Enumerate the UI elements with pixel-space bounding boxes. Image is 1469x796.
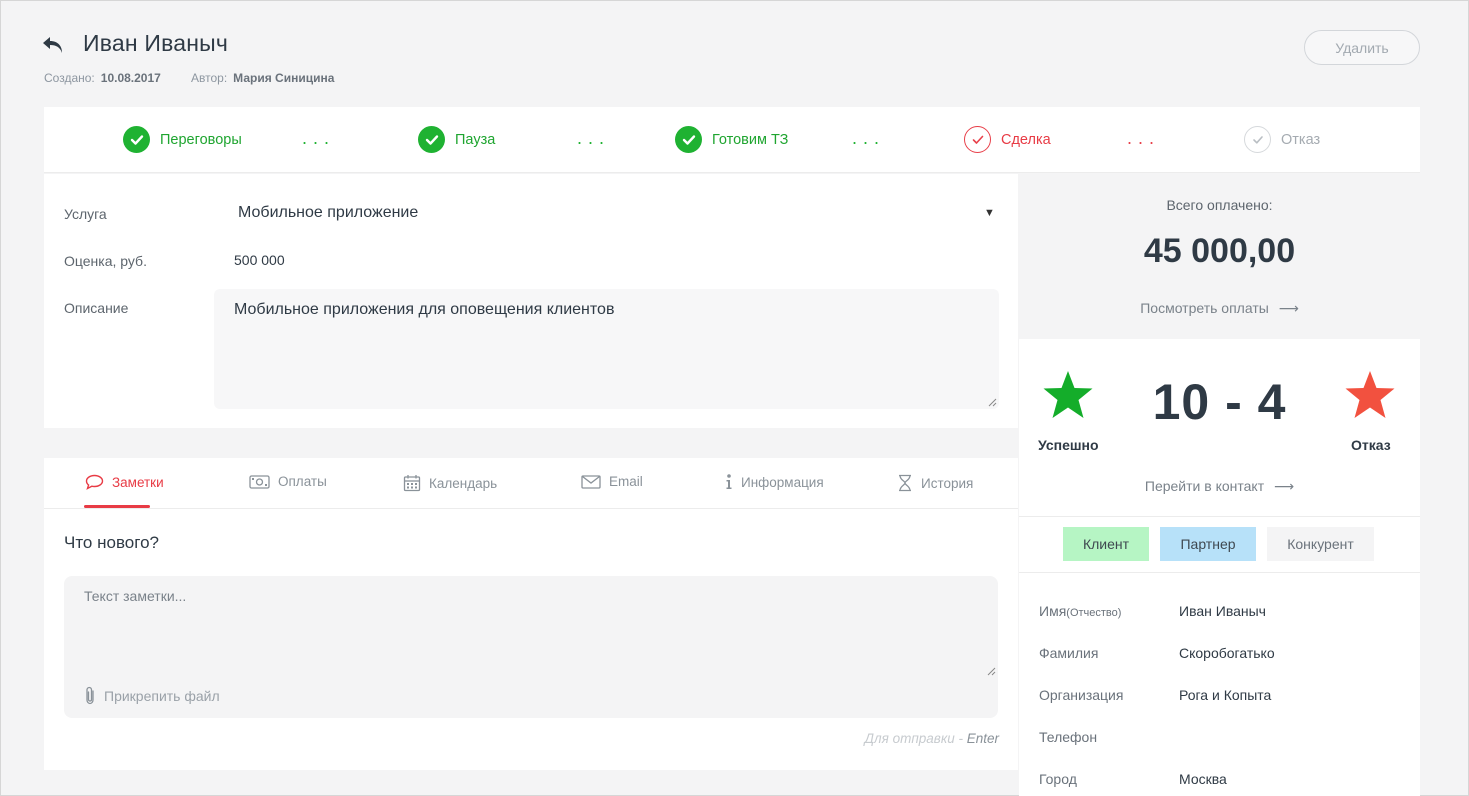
stage-spec[interactable]: Готовим ТЗ (675, 126, 788, 153)
stage-refusal[interactable]: Отказ (1244, 126, 1320, 153)
go-to-contact-link[interactable]: Перейти в контакт ⟶ (1019, 478, 1420, 495)
description-label: Описание (64, 300, 129, 316)
service-label: Услуга (64, 206, 107, 222)
page-title: Иван Иваныч (83, 30, 229, 56)
resize-grip-icon[interactable] (987, 397, 997, 407)
resize-grip-icon[interactable] (986, 666, 996, 676)
last-name-label: Фамилия (1039, 645, 1099, 661)
stage-pause[interactable]: Пауза (418, 126, 495, 153)
total-paid-label: Всего оплачено: (1166, 197, 1273, 213)
check-icon (123, 126, 150, 153)
active-tab-indicator (84, 505, 150, 508)
success-label: Успешно (1038, 437, 1099, 453)
chat-bubble-icon (85, 474, 104, 490)
description-textarea[interactable]: Мобильное приложения для оповещения клие… (214, 289, 999, 409)
stage-connector: ... (302, 128, 336, 148)
envelope-icon (581, 474, 601, 489)
city-value: Москва (1179, 771, 1227, 787)
first-name-value: Иван Иваныч (1179, 603, 1266, 619)
check-icon (418, 126, 445, 153)
contact-type-selector: Клиент Партнер Конкурент (1019, 517, 1420, 573)
back-arrow-icon[interactable] (41, 35, 65, 55)
arrow-right-icon: ⟶ (1274, 478, 1295, 494)
fail-label: Отказ (1351, 437, 1391, 453)
tab-history[interactable]: История (897, 474, 973, 492)
stage-deal[interactable]: Сделка (964, 126, 1051, 153)
stage-connector: ... (1127, 128, 1161, 148)
estimate-input[interactable]: 500 000 (234, 252, 285, 268)
author-meta: Автор: Мария Синицина (191, 71, 335, 85)
calendar-icon (403, 475, 421, 492)
payments-summary: Всего оплачено: 45 000,00 Посмотреть опл… (1019, 174, 1420, 339)
type-competitor-button[interactable]: Конкурент (1267, 527, 1374, 561)
stage-pipeline: Переговоры ... Пауза ... Готовим ТЗ ... … (44, 107, 1420, 173)
star-fail-icon (1345, 371, 1395, 418)
note-textarea[interactable]: Текст заметки... Прикрепить файл (64, 576, 998, 718)
service-select[interactable]: Мобильное приложение (238, 204, 418, 222)
tab-calendar[interactable]: Календарь (403, 474, 497, 492)
notes-heading: Что нового? (64, 533, 159, 552)
deal-score: Успешно 10 - 4 Отказ Перейти в контакт ⟶ (1019, 339, 1420, 517)
tab-notes[interactable]: Заметки (85, 474, 164, 490)
tab-bar: Заметки Оплаты Календарь Email Информаци… (44, 458, 1018, 509)
tab-info[interactable]: Информация (725, 474, 824, 490)
author-name: Мария Синицина (233, 71, 335, 85)
banknote-icon (249, 474, 270, 489)
estimate-label: Оценка, руб. (64, 253, 147, 269)
organization-value: Рога и Копыта (1179, 687, 1272, 703)
created-date: 10.08.2017 (100, 71, 161, 85)
send-hint: Для отправки - Enter (864, 731, 1000, 746)
city-label: Город (1039, 771, 1077, 787)
view-payments-link[interactable]: Посмотреть оплаты ⟶ (1019, 300, 1420, 317)
first-name-label: Имя(Отчество) (1039, 603, 1122, 619)
delete-button[interactable]: Удалить (1304, 30, 1420, 65)
stage-connector: ... (852, 128, 886, 148)
arrow-right-icon: ⟶ (1278, 300, 1299, 316)
hourglass-icon (899, 474, 911, 492)
stage-negotiations[interactable]: Переговоры (123, 126, 242, 153)
activity-panel: Заметки Оплаты Календарь Email Информаци… (44, 458, 1018, 770)
note-placeholder: Текст заметки... (84, 588, 187, 604)
type-client-button[interactable]: Клиент (1063, 527, 1149, 561)
stage-connector: ... (577, 128, 611, 148)
check-icon (964, 126, 991, 153)
paperclip-icon (86, 686, 94, 705)
check-icon (1244, 126, 1271, 153)
caret-down-icon[interactable]: ▼ (984, 207, 995, 219)
total-paid-amount: 45 000,00 (1143, 232, 1296, 270)
attach-file-button[interactable]: Прикрепить файл (84, 686, 220, 706)
info-icon (726, 474, 732, 489)
deal-form: Услуга Мобильное приложение ▼ Оценка, ру… (44, 174, 1018, 428)
type-partner-button[interactable]: Партнер (1160, 527, 1256, 561)
tab-payments[interactable]: Оплаты (249, 474, 327, 489)
last-name-value: Скоробогатько (1179, 645, 1275, 661)
phone-label: Телефон (1039, 729, 1098, 745)
summary-panel: Всего оплачено: 45 000,00 Посмотреть опл… (1019, 174, 1420, 796)
created-meta: Создано: 10.08.2017 (44, 71, 161, 85)
check-icon (675, 126, 702, 153)
tab-email[interactable]: Email (581, 474, 643, 489)
organization-label: Организация (1039, 687, 1124, 703)
